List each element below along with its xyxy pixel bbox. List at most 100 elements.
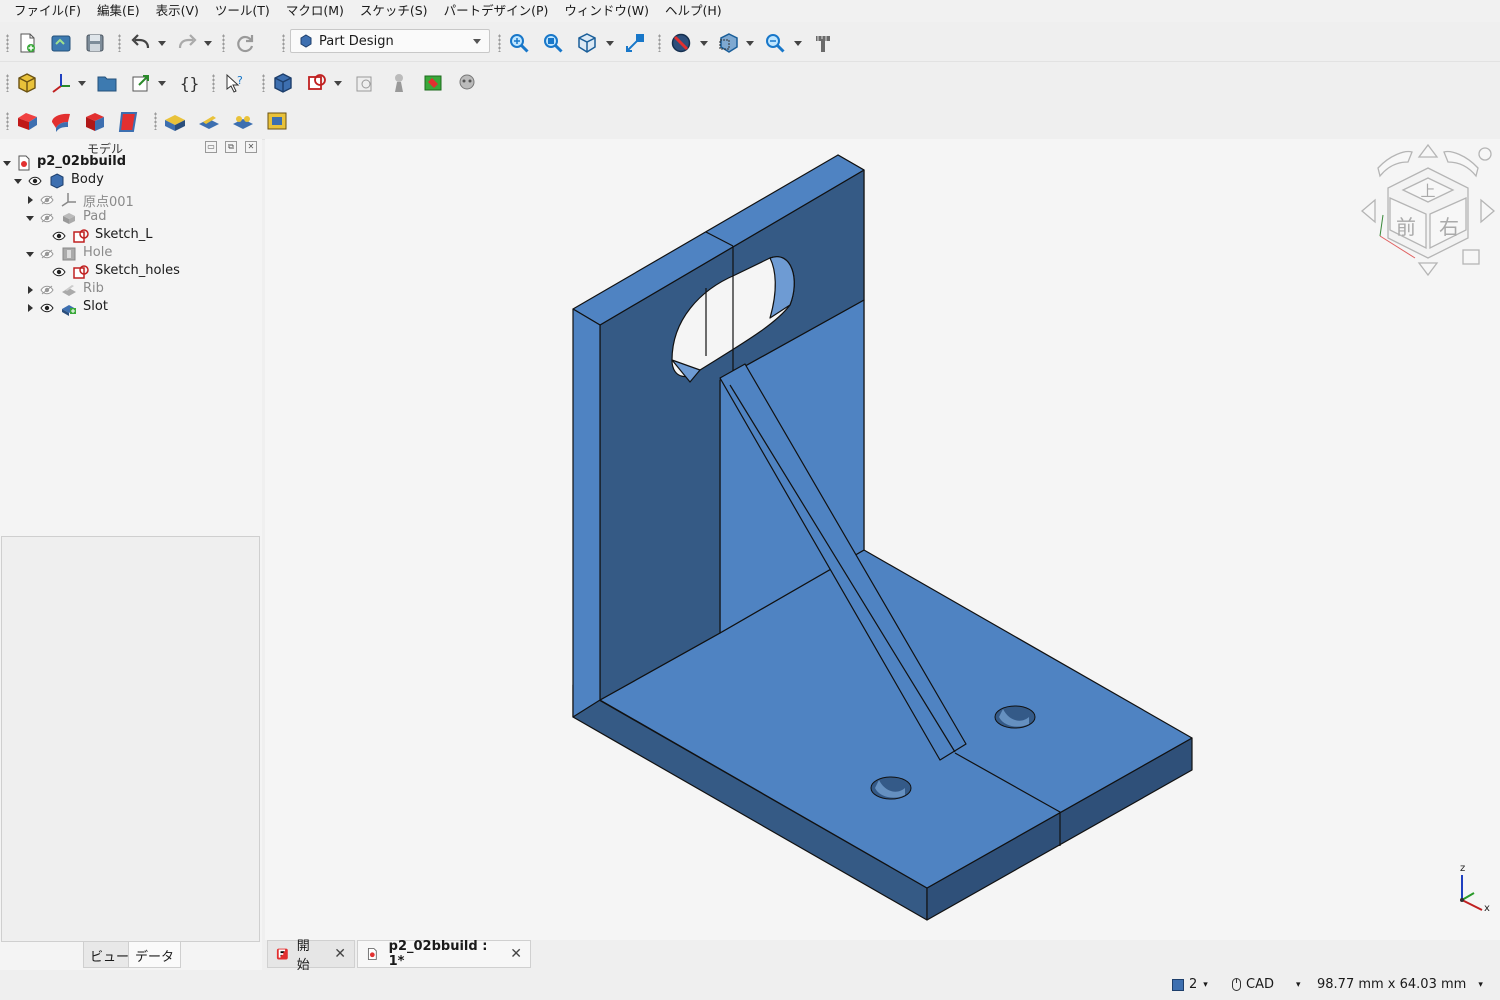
part-body-icon[interactable] — [270, 70, 296, 96]
hidden-eye-icon[interactable] — [40, 285, 54, 295]
tree-row-document[interactable]: p2_02bbuild — [0, 154, 262, 172]
3d-viewport[interactable]: 上 前 右 z x — [265, 139, 1500, 940]
datum-icon[interactable] — [48, 70, 74, 96]
menu-macro[interactable]: マクロ(M) — [278, 0, 352, 22]
menu-sketch[interactable]: スケッチ(S) — [352, 0, 436, 22]
nav-arrow-down-icon[interactable] — [1417, 262, 1439, 277]
toolbar-handle[interactable] — [262, 74, 265, 92]
navigation-style[interactable]: CAD ▾ — [1232, 977, 1301, 992]
datum-dropdown-icon[interactable] — [78, 81, 86, 86]
validate-sketch-icon[interactable] — [352, 70, 378, 96]
shape-binder-icon[interactable] — [386, 70, 412, 96]
undo-icon[interactable] — [128, 30, 154, 56]
panel-float-icon[interactable]: ▭ — [205, 141, 217, 153]
tree-row-pad[interactable]: Pad — [0, 209, 262, 227]
toolbar-handle[interactable] — [498, 34, 501, 52]
fit-all-icon[interactable] — [506, 30, 532, 56]
expand-arrow-icon[interactable] — [3, 161, 11, 166]
tree-row-body[interactable]: Body — [0, 172, 262, 190]
menu-file[interactable]: ファイル(F) — [6, 0, 89, 22]
hidden-eye-icon[interactable] — [40, 213, 54, 223]
hidden-eye-icon[interactable] — [40, 195, 54, 205]
visibility-eye-icon[interactable] — [52, 231, 66, 241]
close-icon[interactable]: ✕ — [510, 946, 522, 962]
workbench-selector[interactable]: Part Design — [290, 29, 490, 53]
rib-feature-icon[interactable] — [196, 108, 222, 134]
open-document-icon[interactable] — [48, 30, 74, 56]
fit-selection-icon[interactable] — [540, 30, 566, 56]
draw-style-icon[interactable] — [668, 30, 694, 56]
selection-count[interactable]: 2 ▾ — [1172, 977, 1208, 992]
measure-icon[interactable] — [622, 30, 648, 56]
box-selection-icon[interactable] — [716, 30, 742, 56]
expand-arrow-icon[interactable] — [14, 179, 22, 184]
revolution-icon[interactable] — [48, 108, 74, 134]
box-selection-dropdown-icon[interactable] — [746, 41, 754, 46]
zoom-icon[interactable] — [762, 30, 788, 56]
clone-icon[interactable] — [454, 70, 480, 96]
nav-view-menu-icon[interactable] — [1462, 249, 1480, 265]
panel-undock-icon[interactable]: ⧉ — [225, 141, 237, 153]
tree-row-slot[interactable]: Slot — [0, 299, 262, 317]
toolbar-handle[interactable] — [6, 34, 9, 52]
tree-row-sketch-l[interactable]: Sketch_L — [0, 227, 262, 245]
variable-set-icon[interactable]: {} — [176, 70, 202, 96]
whats-this-help-icon[interactable]: ? — [222, 70, 248, 96]
menu-help[interactable]: ヘルプ(H) — [657, 0, 730, 22]
tree-row-hole[interactable]: Hole — [0, 245, 262, 263]
nav-arrow-right-icon[interactable] — [1480, 198, 1496, 224]
visibility-eye-icon[interactable] — [52, 267, 66, 277]
menu-edit[interactable]: 編集(E) — [89, 0, 148, 22]
undo-dropdown-icon[interactable] — [158, 41, 166, 46]
nav-rotate-left-icon[interactable] — [1377, 150, 1413, 178]
visibility-eye-icon[interactable] — [28, 176, 42, 186]
tab-start[interactable]: 開始 ✕ — [267, 939, 355, 973]
tab-data[interactable]: データ — [128, 942, 182, 968]
hole-feature-icon[interactable] — [162, 108, 188, 134]
sub-shape-binder-icon[interactable] — [420, 70, 446, 96]
collapse-arrow-icon[interactable] — [28, 286, 33, 294]
menu-window[interactable]: ウィンドウ(W) — [556, 0, 657, 22]
zoom-dropdown-icon[interactable] — [794, 41, 802, 46]
new-document-icon[interactable] — [14, 30, 40, 56]
tree-row-origin[interactable]: 原点001 — [0, 191, 262, 210]
toolbar-handle[interactable] — [6, 74, 9, 92]
toolbar-handle[interactable] — [118, 34, 121, 52]
tab-document[interactable]: p2_02bbuild : 1* ✕ — [357, 939, 531, 969]
pocket-icon[interactable] — [82, 108, 108, 134]
nav-arrow-up-icon[interactable] — [1417, 143, 1439, 158]
visibility-eye-icon[interactable] — [40, 303, 54, 313]
standard-views-dropdown-icon[interactable] — [606, 41, 614, 46]
dimension-readout[interactable]: 98.77 mm x 64.03 mm ▾ — [1317, 977, 1483, 992]
link-icon[interactable] — [128, 70, 154, 96]
navigation-cube[interactable] — [1360, 143, 1496, 277]
toolbar-handle[interactable] — [6, 112, 9, 130]
draw-style-dropdown-icon[interactable] — [700, 41, 708, 46]
standard-views-icon[interactable] — [574, 30, 600, 56]
sketch-dropdown-icon[interactable] — [334, 81, 342, 86]
redo-dropdown-icon[interactable] — [204, 41, 212, 46]
refresh-icon[interactable] — [232, 30, 258, 56]
collapse-arrow-icon[interactable] — [28, 196, 33, 204]
toolbar-handle[interactable] — [658, 34, 661, 52]
hidden-eye-icon[interactable] — [40, 249, 54, 259]
menu-part-design[interactable]: パートデザイン(P) — [436, 0, 557, 22]
save-icon[interactable] — [82, 30, 108, 56]
toolbar-handle[interactable] — [212, 74, 215, 92]
toolbar-handle[interactable] — [282, 34, 285, 52]
toolbar-handle[interactable] — [154, 112, 157, 130]
create-body-icon[interactable] — [14, 70, 40, 96]
close-icon[interactable]: ✕ — [334, 946, 346, 962]
pattern-icon[interactable] — [230, 108, 256, 134]
collapse-arrow-icon[interactable] — [28, 304, 33, 312]
nav-menu-icon[interactable] — [1478, 147, 1492, 161]
panel-close-icon[interactable]: ✕ — [245, 141, 257, 153]
pad-icon[interactable] — [14, 108, 40, 134]
nav-rotate-right-icon[interactable] — [1443, 150, 1479, 178]
tree-row-rib[interactable]: Rib — [0, 281, 262, 299]
expand-arrow-icon[interactable] — [26, 216, 34, 221]
tree-row-sketch-holes[interactable]: Sketch_holes — [0, 263, 262, 281]
model-render[interactable]: 上 前 右 z x — [265, 139, 1500, 940]
groove-icon[interactable] — [116, 108, 142, 134]
nav-arrow-left-icon[interactable] — [1360, 198, 1376, 224]
